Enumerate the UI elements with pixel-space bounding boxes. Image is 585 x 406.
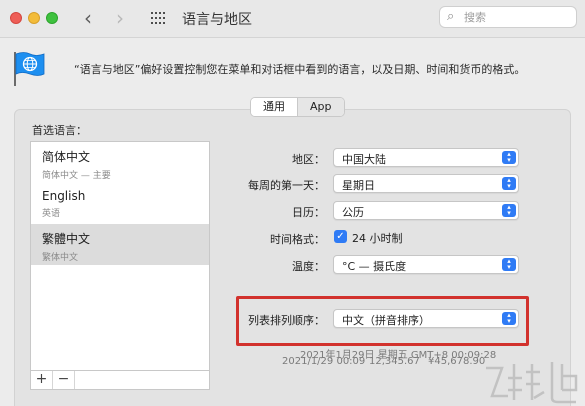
close-button[interactable]	[10, 12, 22, 24]
temperature-value: °C — 摄氏度	[342, 260, 407, 273]
calendar-popup[interactable]: 公历 ▴ ▾	[333, 201, 519, 220]
language-subtitle: 繁体中文	[42, 253, 79, 263]
list-item-simplified-chinese[interactable]: 简体中文 简体中文 — 主要	[31, 142, 209, 183]
forward-arrow-icon[interactable]: ›	[116, 7, 124, 29]
window-title: 语言与地区	[182, 12, 252, 28]
time-format-value: 24 小时制	[352, 232, 403, 245]
first-day-popup[interactable]: 星期日 ▴ ▾	[333, 174, 519, 193]
tab-bar: 通用 App	[250, 97, 345, 117]
first-day-label: 每周的第一天：	[248, 179, 325, 192]
stepper-icon: ▴ ▾	[502, 151, 516, 164]
language-list: 简体中文 简体中文 — 主要 English 英语 繁體中文 繁体中文	[30, 141, 210, 370]
back-arrow-icon[interactable]: ‹	[84, 7, 92, 29]
temperature-popup[interactable]: °C — 摄氏度 ▴ ▾	[333, 255, 519, 274]
stepper-icon: ▴ ▾	[502, 204, 516, 217]
highlight-box	[236, 296, 529, 346]
language-subtitle: 英语	[42, 209, 61, 219]
list-item-english[interactable]: English 英语	[31, 183, 209, 224]
time-format-label: 时间格式：	[270, 233, 325, 246]
calendar-label: 日历：	[292, 206, 325, 219]
title-bar: ‹ › 语言与地区 ⌕	[0, 0, 585, 38]
calendar-value: 公历	[342, 206, 364, 219]
region-label: 地区：	[292, 153, 325, 166]
grid-icon[interactable]	[151, 12, 167, 26]
minimize-button[interactable]	[28, 12, 40, 24]
search-field[interactable]: ⌕	[439, 6, 577, 28]
region-value: 中国大陆	[342, 153, 386, 166]
add-language-button[interactable]: +	[31, 371, 53, 389]
language-name: English	[42, 189, 86, 203]
stepper-icon: ▴ ▾	[502, 258, 516, 271]
remove-language-button[interactable]: −	[53, 371, 75, 389]
language-list-footer: + −	[30, 370, 210, 390]
tab-app[interactable]: App	[298, 98, 344, 116]
search-input[interactable]	[464, 10, 569, 25]
temperature-label: 温度：	[292, 260, 325, 273]
tab-general[interactable]: 通用	[251, 98, 298, 116]
language-name: 繁體中文	[42, 232, 91, 246]
globe-flag-icon	[14, 52, 45, 86]
checkmark-icon: ✓	[336, 231, 345, 242]
example-currency: ¥45,678.90	[428, 356, 486, 367]
language-subtitle: 简体中文 — 主要	[42, 171, 111, 181]
search-icon: ⌕	[447, 9, 455, 24]
example-number: 12,345.67	[369, 356, 420, 367]
region-popup[interactable]: 中国大陆 ▴ ▾	[333, 148, 519, 167]
example-date-short: 2021/1/29 00:09	[282, 356, 366, 367]
description-text: “语言与地区”偏好设置控制您在菜单和对话框中看到的语言，以及日期、时间和货币的格…	[74, 63, 526, 76]
language-name: 简体中文	[42, 150, 91, 164]
zoom-button[interactable]	[46, 12, 58, 24]
stepper-icon: ▴ ▾	[502, 177, 516, 190]
list-item-traditional-chinese[interactable]: 繁體中文 繁体中文	[31, 224, 209, 265]
time-format-checkbox[interactable]: ✓	[334, 230, 347, 243]
first-day-value: 星期日	[342, 179, 375, 192]
watermark-logo	[486, 362, 578, 404]
preferred-languages-label: 首选语言：	[32, 124, 87, 137]
